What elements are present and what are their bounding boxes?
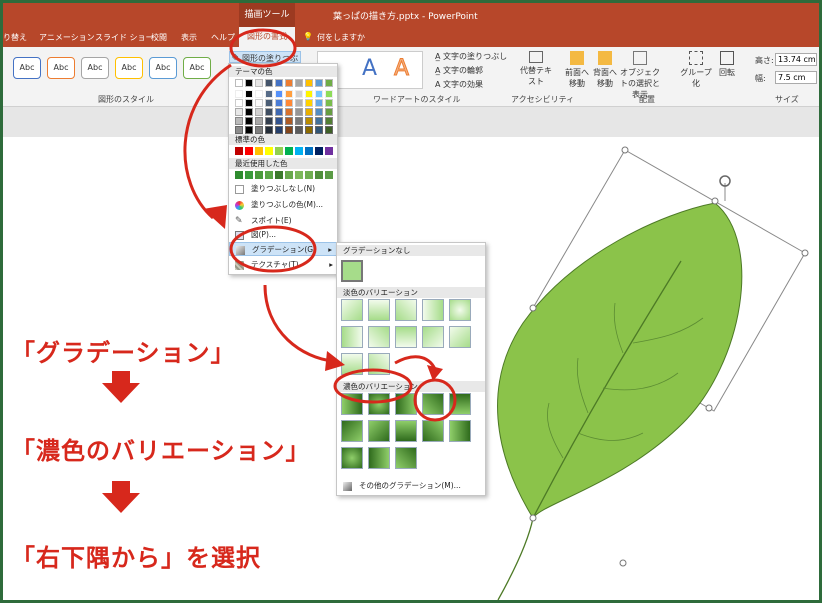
- annotation-overlay: [102, 28, 457, 513]
- caption-step-3: 「右下隅から」を選択: [11, 544, 261, 572]
- annotation-arrow-curve: [183, 63, 232, 220]
- highlight-ellipse: [229, 28, 297, 68]
- screenshot-frame: 描画ツール 葉っぱの描き方.pptx - PowerPoint り替え アニメー…: [3, 3, 819, 600]
- arrowhead-icon: [203, 205, 227, 229]
- down-arrow-icon: [102, 481, 140, 513]
- highlight-circle: [413, 378, 457, 422]
- caption-step-1: 「グラデーション」: [11, 339, 236, 367]
- annotation-arrow-curve: [263, 284, 334, 363]
- down-arrow-icon: [102, 371, 140, 403]
- caption-step-2: 「濃色のバリエーション」: [11, 437, 311, 465]
- arrowhead-icon: [325, 351, 345, 371]
- highlight-ellipse: [229, 225, 317, 273]
- highlight-ellipse: [333, 368, 413, 404]
